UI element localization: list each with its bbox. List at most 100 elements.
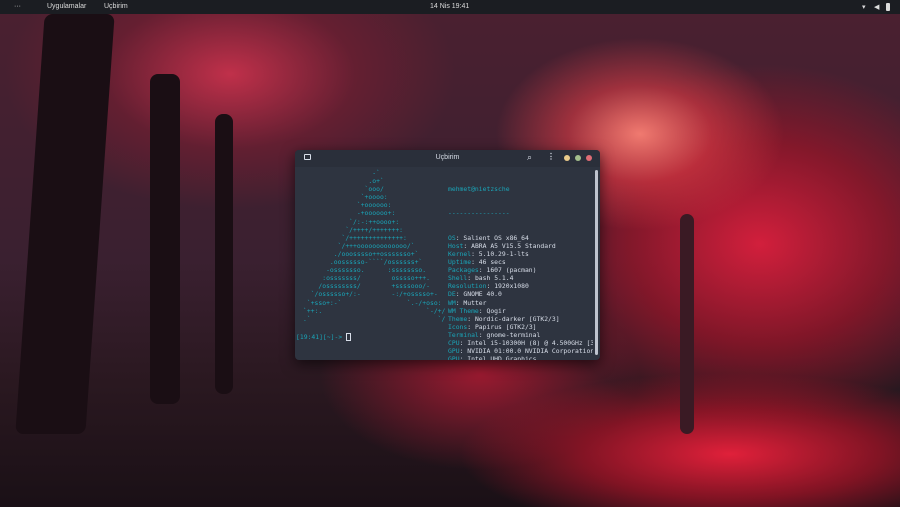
info-key: Theme bbox=[448, 314, 468, 323]
cursor bbox=[346, 333, 352, 341]
info-key: Packages bbox=[448, 266, 479, 275]
info-value: 46 secs bbox=[478, 258, 506, 267]
info-value: GNOME 40.0 bbox=[463, 290, 502, 299]
tree-trunk bbox=[215, 114, 233, 394]
logo-line: `/++++++++++++++: bbox=[303, 233, 407, 242]
info-colon: : bbox=[471, 249, 479, 258]
info-line: Shell: bash 5.1.4 bbox=[448, 274, 593, 282]
shell-prompt[interactable]: [19:41][~]-> bbox=[296, 333, 352, 341]
logo-line: -+oooooo+: bbox=[303, 209, 396, 218]
logo-line: :osssssss/ osssso+++. bbox=[303, 274, 430, 283]
logo-line: `/ossssso+/:- -:/+osssso+- bbox=[303, 290, 438, 299]
info-value: Nordic-darker [GTK2/3] bbox=[474, 314, 560, 323]
info-key: Shell bbox=[448, 274, 468, 283]
info-colon: : bbox=[467, 322, 475, 331]
info-key: Terminal bbox=[448, 330, 479, 339]
info-line: WM: Mutter bbox=[448, 299, 593, 307]
info-line: DE: GNOME 40.0 bbox=[448, 290, 593, 298]
tree-trunk bbox=[15, 14, 115, 434]
info-key: WM bbox=[448, 298, 456, 307]
wifi-icon[interactable]: ▾ bbox=[862, 3, 866, 11]
distro-ascii-logo: -` .o+` `ooo/ `+oooo: `+oooooo: -+oooooo… bbox=[303, 169, 445, 323]
logo-line: `/:-:++oooo+: bbox=[303, 217, 400, 226]
logo-line: `+oooooo: bbox=[303, 201, 392, 210]
info-key: Uptime bbox=[448, 258, 472, 267]
info-key: DE bbox=[448, 290, 456, 299]
info-key: Icons bbox=[448, 322, 468, 331]
info-line: Icons: Papirus [GTK2/3] bbox=[448, 323, 593, 331]
logo-line: `ooo/ bbox=[303, 185, 384, 194]
info-line: Packages: 1607 (pacman) bbox=[448, 266, 593, 274]
logo-line: .o+` bbox=[303, 177, 384, 186]
separator: ---------------- bbox=[448, 209, 510, 218]
info-key: GPU bbox=[448, 347, 460, 356]
tree-trunk bbox=[150, 74, 180, 404]
info-key: CPU bbox=[448, 338, 460, 347]
logo-line: `/++++/+++++++: bbox=[303, 225, 404, 234]
logo-line: `/+++ooooooooooooo/` bbox=[303, 241, 415, 250]
terminal-output[interactable]: -` .o+` `ooo/ `+oooo: `+oooooo: -+oooooo… bbox=[295, 169, 593, 360]
scrollbar[interactable] bbox=[595, 170, 598, 355]
info-value: bash 5.1.4 bbox=[474, 274, 514, 283]
logo-line: -` bbox=[303, 169, 380, 177]
info-value: Salient OS x86_64 bbox=[463, 233, 529, 242]
info-line: WM Theme: Qogir bbox=[448, 307, 593, 315]
info-colon: : bbox=[471, 258, 479, 267]
info-key: GPU bbox=[448, 355, 460, 360]
info-value: Intel UHD Graphics bbox=[467, 355, 537, 360]
info-key: OS bbox=[448, 233, 456, 242]
close-button[interactable] bbox=[586, 155, 592, 161]
menu-icon[interactable]: ⋮ bbox=[547, 152, 555, 161]
info-line: CPU: Intel i5-10300H (8) @ 4.500GHz [3 bbox=[448, 339, 593, 347]
info-key: Resolution bbox=[448, 282, 487, 291]
maximize-button[interactable] bbox=[575, 155, 581, 161]
logo-line: /ossssssss/ +ssssooo/- bbox=[303, 282, 430, 291]
info-line: Uptime: 46 secs bbox=[448, 258, 593, 266]
info-line: Kernel: 5.10.29-1-lts bbox=[448, 250, 593, 258]
info-value: 1920x1080 bbox=[494, 282, 529, 291]
logo-line: `++:. `-/+/ bbox=[303, 306, 446, 315]
terminal-titlebar[interactable]: Uçbirim ⌕ ⋮ bbox=[295, 150, 600, 167]
logo-line: .oossssso-````/ossssss+` bbox=[303, 258, 423, 267]
activities-button[interactable]: ··· bbox=[14, 3, 21, 10]
info-colon: : bbox=[467, 274, 475, 283]
info-line: GPU: Intel UHD Graphics bbox=[448, 355, 593, 360]
info-key: WM Theme bbox=[448, 306, 479, 315]
info-value: Mutter bbox=[463, 298, 487, 307]
info-lines: OS: Salient OS x86_64 Host: ABRA A5 V15.5… bbox=[448, 234, 593, 360]
info-line: Theme: Nordic-darker [GTK2/3] bbox=[448, 315, 593, 323]
info-colon: : bbox=[467, 314, 475, 323]
info-colon: : bbox=[463, 241, 472, 250]
info-value: gnome-terminal bbox=[486, 330, 541, 339]
volume-icon[interactable]: ◀ bbox=[874, 3, 879, 11]
top-bar: ··· Uygulamalar Uçbirim 14 Nis 19:41 ▾ ◀ bbox=[0, 0, 900, 14]
info-key: Host bbox=[448, 241, 464, 250]
info-value: 5.10.29-1-lts bbox=[478, 249, 529, 258]
info-line: Terminal: gnome-terminal bbox=[448, 331, 593, 339]
user-host: mehmet@nietzsche bbox=[448, 185, 510, 194]
info-line: OS: Salient OS x86_64 bbox=[448, 234, 593, 242]
info-key: Kernel bbox=[448, 249, 472, 258]
info-value: 1607 (pacman) bbox=[486, 266, 537, 275]
info-value: Papirus [GTK2/3] bbox=[474, 322, 537, 331]
logo-line: -osssssso. :ssssssso. bbox=[303, 266, 427, 275]
battery-icon[interactable] bbox=[886, 3, 890, 11]
terminal-window[interactable]: Uçbirim ⌕ ⋮ -` .o+` `ooo/ `+oooo: `+oooo… bbox=[295, 150, 600, 360]
active-app-menu[interactable]: Uçbirim bbox=[104, 3, 128, 10]
logo-line: .` `/ bbox=[303, 314, 446, 323]
info-value: Intel i5-10300H (8) @ 4.500GHz [3 bbox=[467, 338, 593, 347]
logo-line: ./ooosssso++osssssso+` bbox=[303, 249, 419, 258]
clock[interactable]: 14 Nis 19:41 bbox=[430, 3, 469, 10]
applications-menu[interactable]: Uygulamalar bbox=[47, 3, 86, 10]
info-line: Host: ABRA A5 V15.5 Standard bbox=[448, 242, 593, 250]
tree-trunk bbox=[680, 214, 694, 434]
logo-line: `+oooo: bbox=[303, 193, 388, 202]
info-value: Qogir bbox=[486, 306, 506, 315]
info-value: NVIDIA 01:00.0 NVIDIA Corporation bbox=[467, 347, 593, 356]
minimize-button[interactable] bbox=[564, 155, 570, 161]
system-info: mehmet@nietzsche ---------------- OS: Sa… bbox=[448, 169, 593, 360]
logo-line: `+sso+:-` `.-/+oso: bbox=[303, 298, 442, 307]
search-icon[interactable]: ⌕ bbox=[527, 152, 532, 163]
info-line: Resolution: 1920x1080 bbox=[448, 282, 593, 290]
info-value: ABRA A5 V15.5 Standard bbox=[471, 241, 556, 250]
